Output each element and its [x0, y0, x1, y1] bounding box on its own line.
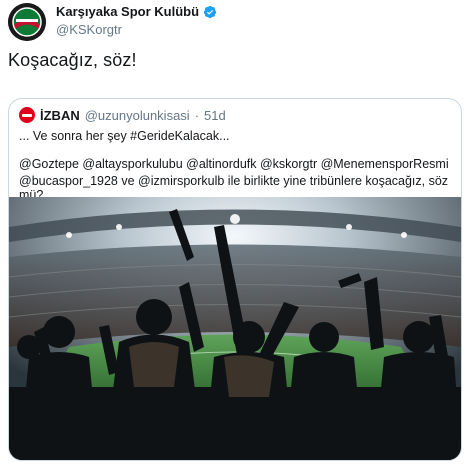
quoted-author-name[interactable]: İZBAN — [40, 108, 80, 123]
stadium-photo-illustration — [9, 197, 461, 460]
tweet-text: Koşacağız, söz! — [8, 50, 137, 70]
separator-dot: · — [194, 107, 200, 123]
tweet: Karşıyaka Spor Kulübü @KSKorgtr Koşacağı… — [0, 0, 469, 467]
author-name-row: Karşıyaka Spor Kulübü — [56, 4, 217, 19]
quoted-tweet-text-line1: ... Ve sonra her şey #GerideKalacak... — [19, 129, 230, 143]
avatar[interactable] — [8, 3, 46, 41]
stadium-crowd-photo[interactable] — [9, 197, 461, 460]
author-display-name[interactable]: Karşıyaka Spor Kulübü — [56, 4, 199, 19]
quoted-author-handle[interactable]: @uzunyolunkisasi — [85, 108, 190, 123]
izban-avatar[interactable] — [19, 107, 35, 123]
karsiyaka-crest-icon — [8, 3, 46, 41]
verified-badge-icon — [203, 5, 217, 18]
author-handle[interactable]: @KSKorgtr — [56, 22, 122, 37]
quoted-tweet-card[interactable]: İZBAN @uzunyolunkisasi · 51d ... Ve sonr… — [8, 98, 462, 461]
quoted-tweet-time[interactable]: 51d — [204, 108, 226, 123]
quoted-tweet-text-line2: @Goztepe @altaysporkulubu @altinordufk @… — [19, 157, 449, 171]
quoted-tweet-header: İZBAN @uzunyolunkisasi · 51d — [19, 107, 226, 123]
